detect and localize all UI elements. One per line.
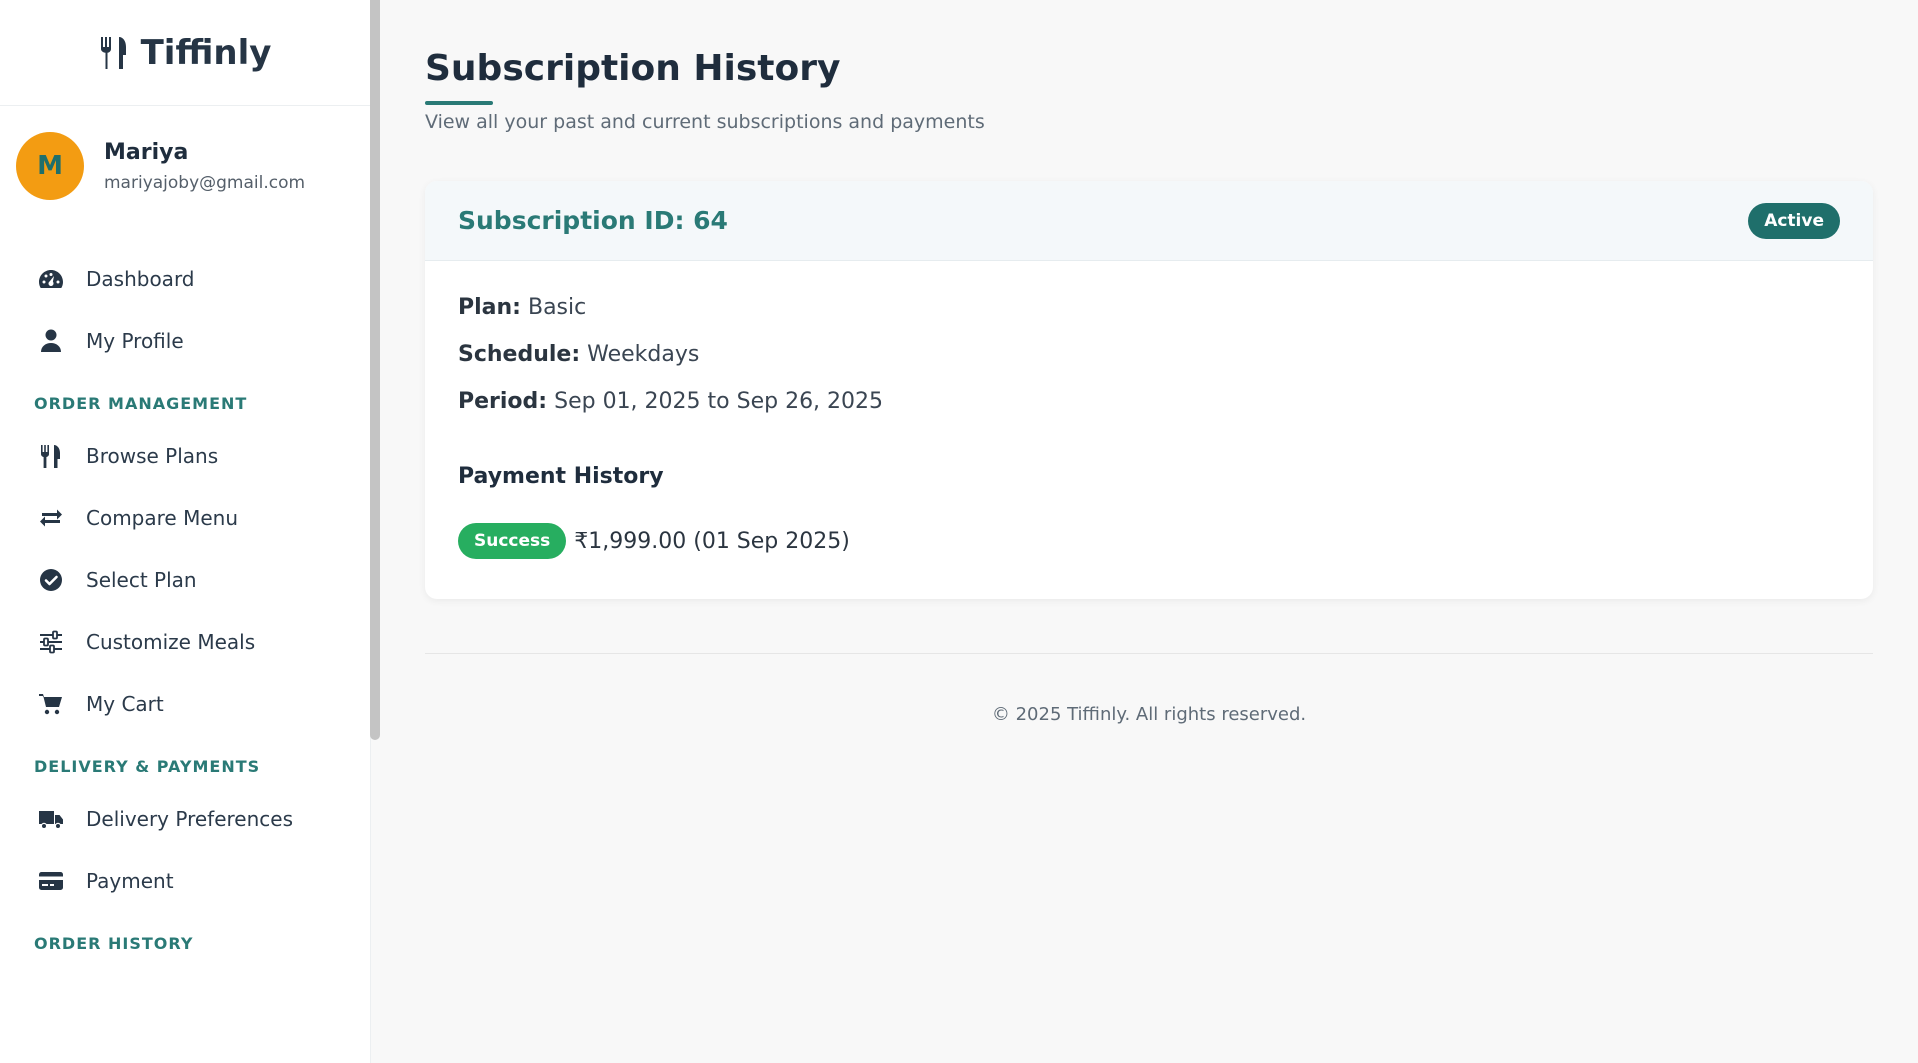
sidebar-item-delivery-preferences[interactable]: Delivery Preferences <box>0 788 370 850</box>
sliders-icon <box>40 630 62 654</box>
payment-entry: Success ₹1,999.00 (01 Sep 2025) <box>458 523 1840 559</box>
sidebar-item-label: Customize Meals <box>86 630 256 654</box>
sidebar-item-label: Dashboard <box>86 267 195 291</box>
sidebar-item-label: Select Plan <box>86 568 197 592</box>
plan-row: Plan: Basic <box>458 295 1840 320</box>
subscription-card-header: Subscription ID: 64 Active <box>425 181 1873 261</box>
sidebar-item-payment[interactable]: Payment <box>0 850 370 912</box>
schedule-row: Schedule: Weekdays <box>458 342 1840 367</box>
utensils-icon <box>41 445 60 468</box>
app-root: Tiffinly M Mariya mariyajoby@gmail.com D… <box>0 0 1918 1063</box>
sidebar-item-label: Delivery Preferences <box>86 807 294 831</box>
sidebar-item-select-plan[interactable]: Select Plan <box>0 549 370 611</box>
utensils-icon <box>100 36 126 69</box>
sidebar-item-browse-plans[interactable]: Browse Plans <box>0 425 370 487</box>
subscription-card-body: Plan: Basic Schedule: Weekdays Period: S… <box>425 261 1873 599</box>
plan-value: Basic <box>527 295 587 320</box>
section-title-order-management: ORDER MANAGEMENT <box>34 394 248 413</box>
schedule-label: Schedule: <box>458 342 581 367</box>
sidebar-item-label: My Profile <box>86 329 184 353</box>
check-circle-icon <box>40 569 62 591</box>
period-row: Period: Sep 01, 2025 to Sep 26, 2025 <box>458 389 1840 414</box>
status-badge: Active <box>1748 202 1840 239</box>
cart-icon <box>39 694 62 715</box>
sidebar: Tiffinly M Mariya mariyajoby@gmail.com D… <box>0 0 380 1063</box>
payment-history-title: Payment History <box>458 464 664 489</box>
payment-detail: ₹1,999.00 (01 Sep 2025) <box>574 528 850 554</box>
user-profile-summary: M Mariya mariyajoby@gmail.com <box>0 106 370 226</box>
title-underline <box>425 101 493 105</box>
sidebar-nav: Dashboard My Profile ORDER MANAGEMENT Br… <box>0 226 370 953</box>
user-name: Mariya <box>104 139 189 165</box>
sidebar-item-label: My Cart <box>86 692 164 716</box>
sidebar-item-label: Compare Menu <box>86 506 238 530</box>
brand-name: Tiffinly <box>140 32 272 73</box>
sidebar-item-my-cart[interactable]: My Cart <box>0 673 370 735</box>
subscription-id: Subscription ID: 64 <box>458 206 728 235</box>
footer-copyright: © 2025 Tiffinly. All rights reserved. <box>991 704 1307 725</box>
exchange-arrows-icon <box>40 509 62 527</box>
credit-card-icon <box>39 872 63 890</box>
user-email: mariyajoby@gmail.com <box>104 172 306 193</box>
sidebar-item-customize-meals[interactable]: Customize Meals <box>0 611 370 673</box>
period-label: Period: <box>458 389 548 414</box>
footer-divider <box>425 653 1873 654</box>
sidebar-item-compare-menu[interactable]: Compare Menu <box>0 487 370 549</box>
avatar: M <box>16 132 84 200</box>
payment-status-badge: Success <box>458 523 567 559</box>
section-title-delivery-payments: DELIVERY & PAYMENTS <box>34 757 261 776</box>
sidebar-item-dashboard[interactable]: Dashboard <box>0 248 370 310</box>
subscription-card: Subscription ID: 64 Active Plan: Basic S… <box>425 181 1873 599</box>
user-icon <box>41 329 61 352</box>
period-value: Sep 01, 2025 to Sep 26, 2025 <box>554 389 884 414</box>
sidebar-item-label: Payment <box>86 869 174 893</box>
schedule-value: Weekdays <box>587 342 700 367</box>
page-subtitle: View all your past and current subscript… <box>425 111 985 133</box>
dashboard-gauge-icon <box>39 270 63 288</box>
truck-icon <box>39 811 63 830</box>
section-title-order-history: ORDER HISTORY <box>34 934 194 953</box>
sidebar-item-label: Browse Plans <box>86 444 219 468</box>
page-title: Subscription History <box>425 48 841 89</box>
main-content: Subscription History View all your past … <box>371 0 1918 1063</box>
plan-label: Plan: <box>458 295 521 320</box>
brand-logo[interactable]: Tiffinly <box>0 0 370 106</box>
sidebar-item-my-profile[interactable]: My Profile <box>0 310 370 372</box>
